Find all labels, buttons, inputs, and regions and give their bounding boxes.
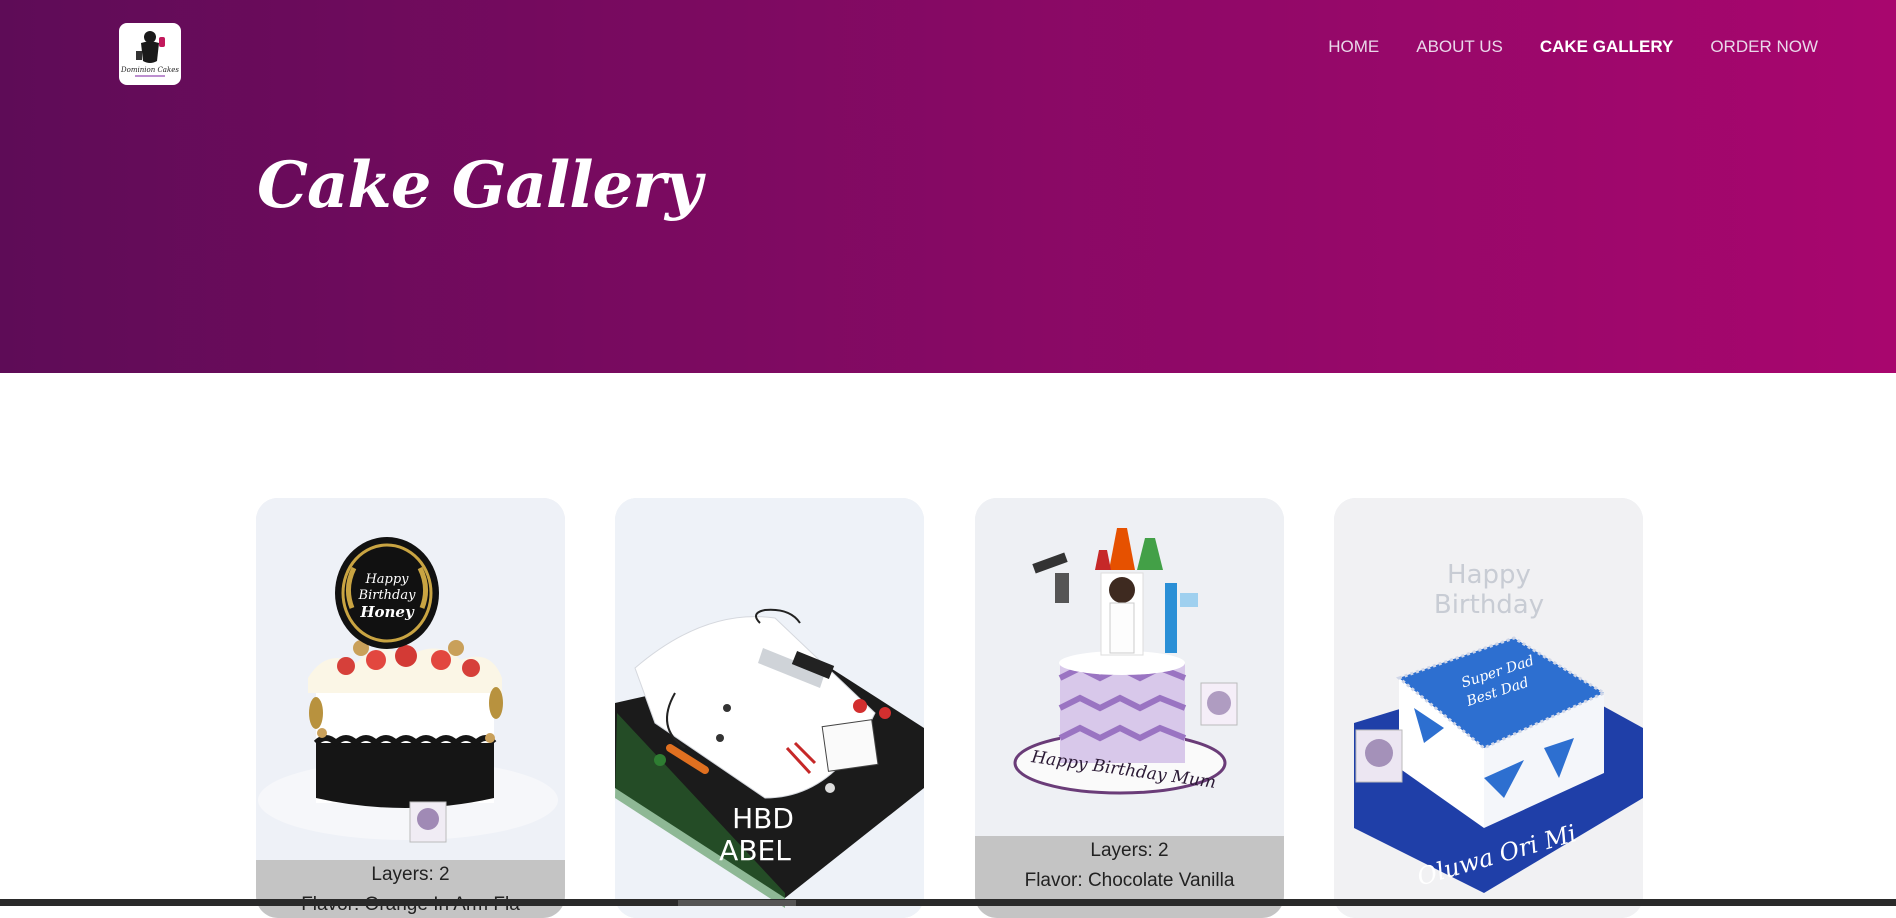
gallery-card[interactable]: Happy Birthday Super Dad Best Dad Oluwa … <box>1334 498 1643 918</box>
nav-about-us[interactable]: ABOUT US <box>1416 36 1503 58</box>
main-nav: HOME ABOUT US CAKE GALLERY ORDER NOW <box>1291 36 1818 58</box>
hbd-abel-chef-coat-cake-photo: HBD ABEL <box>615 498 924 918</box>
card-layers: Layers: 2 <box>1090 840 1169 861</box>
svg-text:HBD: HBD <box>732 802 794 835</box>
science-lab-mum-cake-photo: Happy Birthday Mum <box>975 498 1284 836</box>
svg-text:ABEL: ABEL <box>719 834 791 867</box>
dominion-cakes-logo-icon: Dominion Cakes <box>120 31 179 77</box>
svg-text:Birthday: Birthday <box>1434 590 1544 620</box>
card-caption: Layers: 2 Flavor: Orange In Arm Fla <box>256 860 565 918</box>
scrollbar-thumb[interactable] <box>678 900 796 906</box>
page-title: Cake Gallery <box>257 148 702 223</box>
gallery-card[interactable]: Happy Birthday Mum Layers: 2 Flavor: Cho… <box>975 498 1284 918</box>
gallery-card[interactable]: HBD ABEL <box>615 498 924 918</box>
logo-text: Dominion Cakes <box>120 66 179 74</box>
card-layers: Layers: 2 <box>371 864 450 885</box>
gallery-card[interactable]: Happy Birthday Honey Layers: 2 Flavor: O… <box>256 498 565 918</box>
card-flavor: Flavor: Chocolate Vanilla <box>1024 870 1235 891</box>
horizontal-scrollbar[interactable] <box>0 899 1896 906</box>
svg-text:Happy: Happy <box>364 572 409 587</box>
super-dad-blue-square-cake-photo: Happy Birthday Super Dad Best Dad Oluwa … <box>1334 498 1643 918</box>
brand-logo[interactable]: Dominion Cakes <box>119 23 181 85</box>
svg-text:Happy: Happy <box>1447 560 1531 590</box>
birthday-honey-cake-photo: Happy Birthday Honey <box>256 498 565 860</box>
nav-home[interactable]: HOME <box>1328 36 1379 58</box>
hero-banner: Dominion Cakes HOME ABOUT US CAKE GALLER… <box>0 0 1896 373</box>
nav-order-now[interactable]: ORDER NOW <box>1710 36 1818 58</box>
svg-text:Birthday: Birthday <box>358 588 417 603</box>
nav-cake-gallery[interactable]: CAKE GALLERY <box>1540 36 1674 58</box>
svg-text:Honey: Honey <box>359 603 415 621</box>
